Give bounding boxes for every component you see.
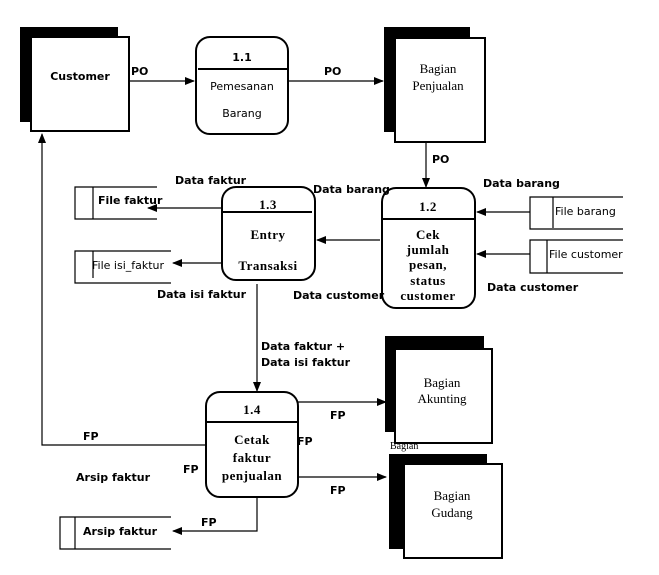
flow-label: Data isi faktur [261, 356, 351, 369]
store-file-customer[interactable]: File customer [529, 239, 623, 274]
process-1-4[interactable]: 1.4 Cetak faktur penjualan [205, 391, 299, 498]
process-label: jumlah [406, 242, 450, 257]
flow-label: Data faktur [175, 174, 247, 187]
flow-label: Data customer [293, 289, 385, 302]
flow-label: Data barang [313, 183, 390, 196]
cropped-label: Bagian [390, 441, 418, 452]
entity-bagian-gudang[interactable]: Bagian Gudang [389, 454, 503, 559]
process-label: Pemesanan [210, 80, 274, 93]
process-label: status [410, 273, 446, 288]
entity-customer-label: Customer [50, 70, 110, 83]
dfd-canvas: Customer 1.1 Pemesanan Barang PO PO Bagi… [20, 27, 623, 559]
flow-label: PO [324, 65, 341, 78]
flow-label: PO [131, 65, 148, 78]
flow-label: FP [201, 516, 217, 529]
flow-label: FP [83, 430, 99, 443]
flow-label: Data faktur + [261, 340, 345, 353]
store-file-barang[interactable]: File barang [529, 196, 623, 230]
store-arsip-faktur[interactable]: Arsip faktur [59, 516, 171, 550]
process-id: 1.3 [259, 197, 277, 212]
entity-label: Bagian [424, 375, 461, 390]
process-id: 1.1 [232, 51, 252, 64]
entity-label: Penjualan [412, 78, 464, 93]
store-label: File barang [555, 205, 616, 218]
entity-customer[interactable]: Customer [20, 27, 130, 132]
flow-label: PO [432, 153, 449, 166]
flow-label: Arsip faktur [76, 471, 151, 484]
entity-label: Bagian [420, 61, 457, 76]
process-label: penjualan [222, 468, 282, 483]
process-1-2[interactable]: 1.2 Cek jumlah pesan, status customer [381, 187, 476, 309]
store-file-faktur[interactable]: File faktur [74, 186, 163, 220]
store-label: File customer [549, 248, 623, 261]
store-label: File faktur [98, 194, 163, 207]
store-label: File isi_faktur [92, 259, 165, 272]
dfd-diagram: Customer 1.1 Pemesanan Barang PO PO Bagi… [0, 0, 659, 575]
process-label: Cetak [234, 432, 270, 447]
flow-label: Data barang [483, 177, 560, 190]
process-label: Entry [251, 227, 286, 242]
process-label: Transaksi [238, 258, 297, 273]
process-label: Barang [222, 107, 262, 120]
process-label: pesan, [409, 257, 447, 272]
entity-bagian-akunting[interactable]: Bagian Akunting [385, 336, 493, 444]
process-label: faktur [233, 450, 271, 465]
entity-bagian-penjualan[interactable]: Bagian Penjualan [384, 27, 486, 143]
flow-label: FP [330, 409, 346, 422]
flow-label: Data isi faktur [157, 288, 247, 301]
process-id: 1.2 [419, 199, 437, 214]
process-label: Cek [416, 227, 440, 242]
process-1-1[interactable]: 1.1 Pemesanan Barang [195, 36, 289, 135]
entity-label: Akunting [417, 391, 467, 406]
store-label: Arsip faktur [83, 525, 158, 538]
flow-label: Data customer [487, 281, 579, 294]
flow-label: FP [183, 463, 199, 476]
process-id: 1.4 [243, 402, 261, 417]
process-label: customer [400, 288, 455, 303]
entity-label: Gudang [431, 505, 473, 520]
process-1-3[interactable]: 1.3 Entry Transaksi [221, 186, 316, 281]
store-file-isi-faktur[interactable]: File isi_faktur [74, 250, 171, 284]
flow-label: FP [330, 484, 346, 497]
entity-label: Bagian [434, 488, 471, 503]
flow-label: FP [297, 435, 313, 448]
